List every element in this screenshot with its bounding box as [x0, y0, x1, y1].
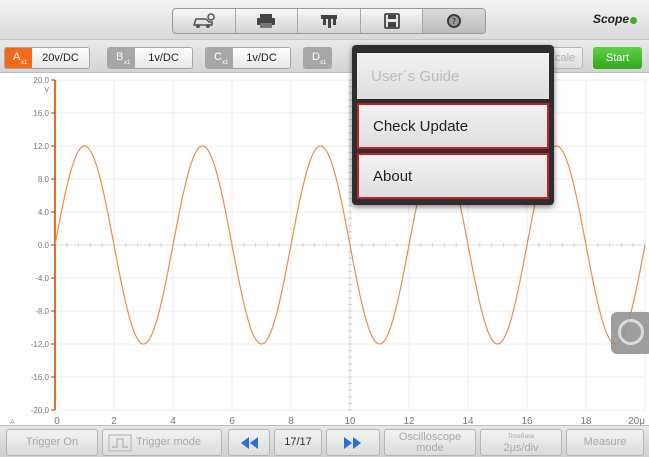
channel-b-value: 1v/DC	[135, 48, 192, 68]
channel-a-letter: A	[13, 51, 21, 63]
y-tick-label: -4.0	[35, 274, 49, 283]
x-tick-label: 14	[462, 416, 474, 425]
channel-a-probe: x1	[21, 60, 28, 66]
x-tick-label: 8	[288, 416, 294, 425]
status-dot-icon	[630, 17, 637, 24]
channel-c-letter: C	[214, 51, 222, 63]
menu-item-users-guide[interactable]: User´s Guide	[357, 53, 549, 99]
trigger-mode-icon	[108, 434, 132, 451]
channel-b-button[interactable]: Bx1 1v/DC	[107, 47, 193, 69]
start-button[interactable]: Start	[593, 47, 642, 69]
y-tick-label: -16.0	[31, 373, 50, 382]
print-button[interactable]	[236, 9, 299, 33]
page-indicator: 17/17	[274, 429, 322, 456]
bottom-toolbar: Trigger On Trigger mode 17/17 Oscillosco…	[0, 425, 649, 457]
x-tick-label: 16	[521, 416, 533, 425]
probe-icon	[320, 15, 337, 28]
channel-a-button[interactable]: Ax1 20v/DC	[4, 47, 90, 69]
trigger-on-button[interactable]: Trigger On	[6, 429, 98, 456]
previous-page-button[interactable]	[228, 429, 270, 456]
channel-d-tag: Dx1	[304, 48, 331, 68]
channel-d-letter: D	[312, 51, 320, 63]
rewind-icon	[241, 436, 258, 449]
x-tick-label: 12	[403, 416, 415, 425]
knob-ring-icon	[618, 319, 644, 345]
x-tick-label: 4	[170, 416, 176, 425]
osc-mode-line2: mode	[416, 441, 444, 454]
channel-c-value: 1v/DC	[233, 48, 290, 68]
y-tick-label: 20.0	[33, 76, 49, 85]
save-icon	[383, 13, 400, 29]
y-tick-label: 8.0	[38, 175, 50, 184]
x-tick-label: 0	[54, 416, 60, 425]
car-settings-icon	[192, 13, 215, 28]
y-tick-label: 0.0	[38, 241, 50, 250]
y-tick-label: -8.0	[35, 307, 49, 316]
timebase-button[interactable]: TimeBase 2μs/div	[480, 429, 562, 456]
trigger-mode-label: Trigger mode	[136, 436, 202, 448]
help-menu: User´s Guide Check Update About	[352, 45, 554, 205]
floating-control-knob[interactable]	[611, 312, 649, 354]
menu-item-about[interactable]: About	[357, 153, 549, 199]
y-tick-label: -20.0	[31, 406, 50, 415]
vehicle-settings-button[interactable]	[173, 9, 236, 33]
probe-button[interactable]	[298, 9, 361, 33]
y-tick-label: -12.0	[31, 340, 50, 349]
channel-b-probe: x1	[124, 60, 131, 66]
menu-item-check-update[interactable]: Check Update	[357, 103, 549, 149]
svg-text:?: ?	[452, 17, 456, 26]
next-page-button[interactable]	[326, 429, 380, 456]
oscilloscope-mode-button[interactable]: Oscilloscope mode	[384, 429, 476, 456]
timebase-label: TimeBase	[507, 433, 535, 440]
channel-c-button[interactable]: Cx1 1v/DC	[205, 47, 291, 69]
osc-mode-line1: Oscilloscope	[398, 430, 462, 443]
channel-b-letter: B	[116, 51, 124, 63]
brand-text: Scope	[592, 12, 629, 26]
top-toolbar: ? Scope	[0, 0, 649, 40]
y-unit-label: V	[44, 87, 49, 94]
fast-forward-icon	[344, 436, 361, 449]
channel-a-value: 20v/DC	[32, 48, 89, 68]
tool-group: ?	[172, 8, 486, 34]
brand-label: Scope	[593, 12, 637, 26]
x-tick-label: 6	[229, 416, 235, 425]
channel-d-button[interactable]: Dx1	[303, 47, 332, 69]
measure-button[interactable]: Measure	[566, 429, 644, 456]
trigger-mode-button[interactable]: Trigger mode	[102, 429, 222, 456]
channel-a-tag: Ax1	[5, 48, 32, 68]
y-tick-label: 4.0	[38, 208, 50, 217]
printer-icon	[257, 14, 276, 28]
x-tick-label: 10	[344, 416, 356, 425]
save-button[interactable]	[361, 9, 424, 33]
x-tick-label: 20μ	[628, 416, 645, 425]
help-button[interactable]: ?	[423, 9, 485, 33]
y-tick-label: 16.0	[33, 109, 49, 118]
channel-b-tag: Bx1	[108, 48, 135, 68]
timebase-value: 2μs/div	[503, 441, 539, 454]
help-icon: ?	[447, 14, 462, 28]
x-tick-label: 2	[111, 416, 117, 425]
channel-d-probe: x1	[320, 60, 327, 66]
y-tick-label: 12.0	[33, 142, 49, 151]
x-tick-label: 18	[580, 416, 592, 425]
channel-c-tag: Cx1	[206, 48, 233, 68]
channel-c-probe: x1	[222, 60, 229, 66]
